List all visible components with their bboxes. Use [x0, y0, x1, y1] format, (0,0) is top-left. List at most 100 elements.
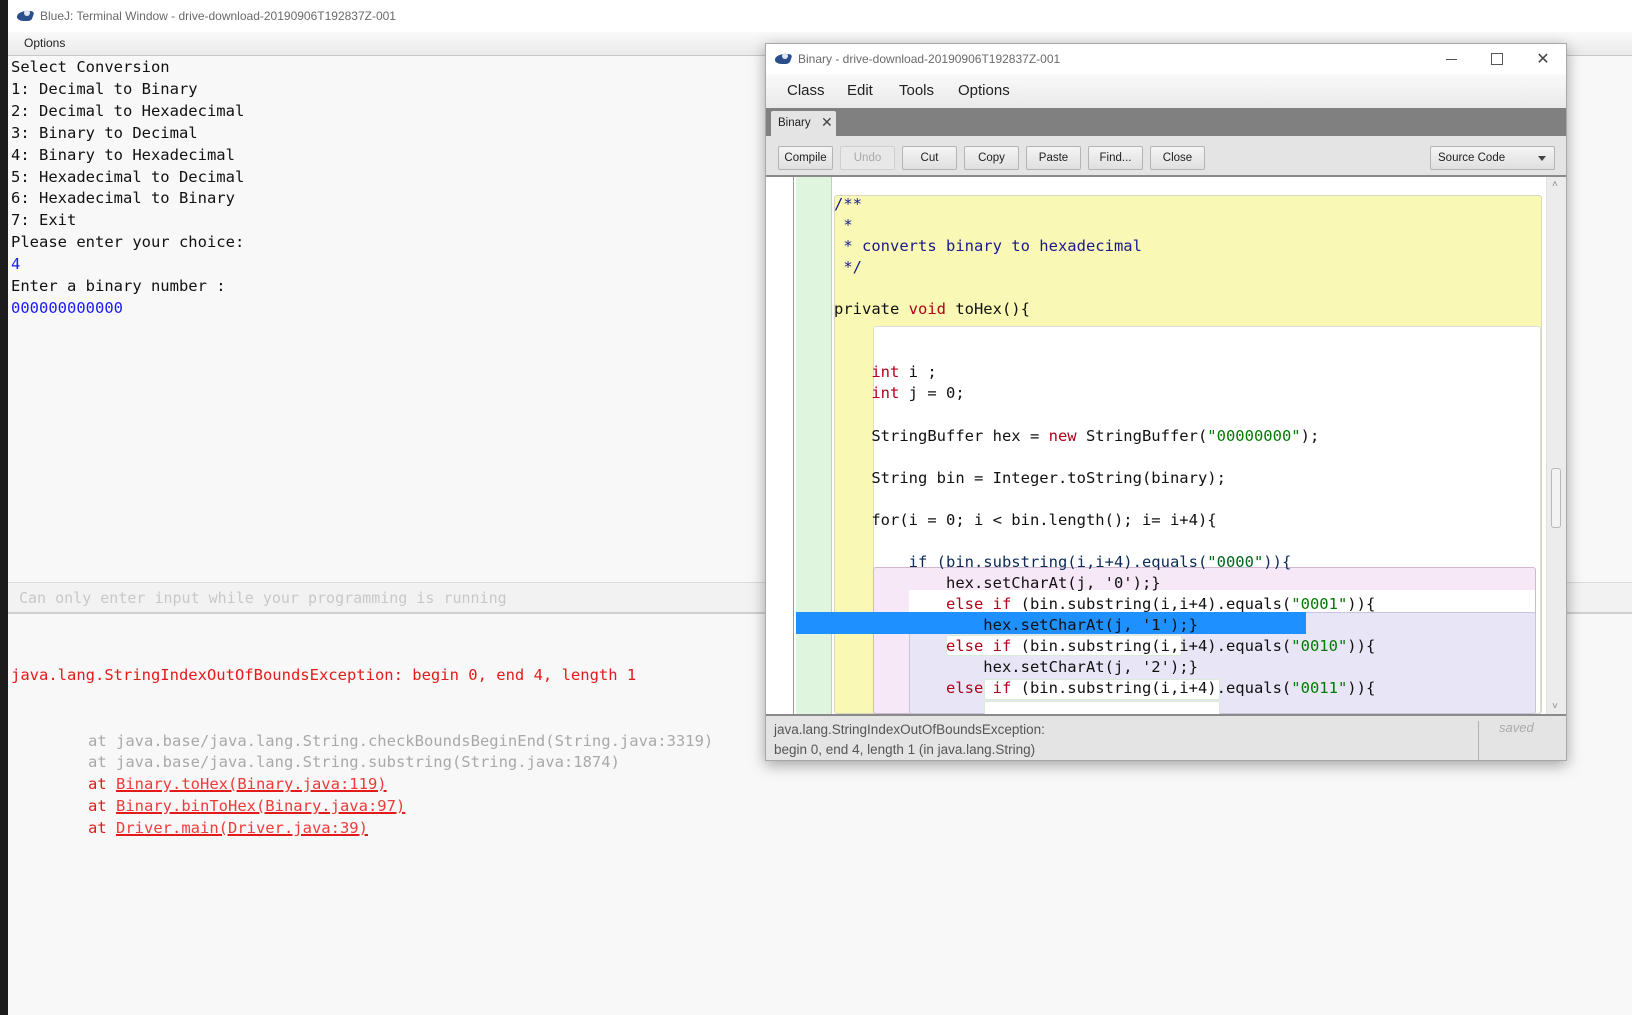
- code-token: /**: [834, 195, 862, 213]
- code-line: int j = 0;: [834, 384, 964, 403]
- tab-binary[interactable]: Binary ✕: [771, 111, 836, 136]
- menu-options[interactable]: Options: [24, 36, 65, 50]
- code-line: /**: [834, 195, 862, 213]
- status-message-line-2: begin 0, end 4, length 1 (in java.lang.S…: [774, 742, 1036, 757]
- code-token: "0000": [1207, 552, 1264, 571]
- stack-trace-link[interactable]: Binary.binToHex(Binary.java:97): [116, 797, 405, 815]
- terminal-titlebar: BlueJ: Terminal Window - drive-download-…: [8, 0, 1632, 32]
- maximize-button[interactable]: [1474, 44, 1520, 74]
- code-token: )){: [1347, 637, 1376, 656]
- code-line: */: [834, 258, 862, 276]
- find-button[interactable]: Find...: [1088, 146, 1143, 170]
- code-token: new: [1048, 426, 1077, 445]
- menu-edit[interactable]: Edit: [847, 82, 873, 99]
- stack-trace-prefix: at: [88, 731, 116, 750]
- code-token: if (bin.substring(i,i+4).equals(: [834, 552, 1208, 571]
- bluej-bird-icon: [16, 9, 34, 23]
- editor-menubar: Class Edit Tools Options: [766, 74, 1566, 108]
- code-line: else if (bin.substring(i,i+4).equals("00…: [834, 679, 1375, 697]
- code-line: hex.setCharAt(j, '2');}: [834, 658, 1198, 676]
- code-token: "0010": [1291, 637, 1348, 656]
- code-token: * converts binary to hexadecimal: [834, 237, 1142, 256]
- line-number-gutter-border: [793, 177, 794, 714]
- undo-button[interactable]: Undo: [840, 146, 895, 170]
- code-token: hex.setCharAt(j, '1');}: [834, 616, 1198, 634]
- scrollbar-thumb[interactable]: [1551, 468, 1561, 528]
- code-line: int i ;: [834, 363, 937, 382]
- code-token: )){: [1263, 552, 1292, 571]
- code-token: )){: [1347, 594, 1376, 613]
- code-token: int: [834, 384, 900, 403]
- code-line: *: [834, 216, 852, 234]
- code-line: private void toHex(){: [834, 300, 1030, 318]
- code-token: i ;: [899, 363, 937, 382]
- bluej-bird-icon: [774, 52, 792, 66]
- elseif-body-scope: [984, 701, 1220, 714]
- terminal-title: BlueJ: Terminal Window - drive-download-…: [40, 9, 396, 23]
- code-token: hex.setCharAt(j, '0');}: [834, 573, 1161, 592]
- editor-toolbar: Compile Undo Cut Copy Paste Find... Clos…: [766, 136, 1566, 177]
- code-token: else if: [945, 594, 1012, 613]
- compile-button[interactable]: Compile: [778, 146, 833, 170]
- paste-button[interactable]: Paste: [1026, 146, 1081, 170]
- code-token: toHex(){: [945, 300, 1030, 319]
- code-token: "0011": [1291, 679, 1348, 698]
- tab-label: Binary: [778, 117, 811, 129]
- status-divider: [1478, 721, 1479, 761]
- code-editor[interactable]: /** * * converts binary to hexadecimal *…: [766, 177, 1546, 714]
- editor-tabbar: Binary ✕: [766, 108, 1566, 136]
- editor-title: Binary - drive-download-20190906T192837Z…: [798, 52, 1061, 66]
- scroll-up-icon[interactable]: ˄: [1552, 179, 1558, 190]
- editor-status-bar: java.lang.StringIndexOutOfBoundsExceptio…: [766, 714, 1566, 761]
- window-close-button[interactable]: ✕: [1520, 44, 1566, 74]
- stack-trace-location: java.base/java.lang.String.checkBoundsBe…: [116, 731, 714, 750]
- menu-options[interactable]: Options: [958, 82, 1010, 99]
- code-token: "0001": [1291, 594, 1348, 613]
- editor-titlebar: Binary - drive-download-20190906T192837Z…: [766, 44, 1566, 74]
- status-message-line-1: java.lang.StringIndexOutOfBoundsExceptio…: [774, 722, 1045, 737]
- code-token: )){: [1347, 679, 1376, 698]
- code-token: hex.setCharAt(j, '2');}: [834, 658, 1198, 677]
- code-token: else if: [945, 637, 1012, 656]
- copy-button[interactable]: Copy: [964, 146, 1019, 170]
- code-token: int: [834, 363, 900, 382]
- code-line: String bin = Integer.toString(binary);: [834, 469, 1226, 487]
- vertical-scrollbar[interactable]: ˄ ˅: [1546, 177, 1566, 714]
- terminal-input-placeholder: Can only enter input while your programm…: [19, 589, 507, 607]
- menu-class[interactable]: Class: [787, 82, 825, 99]
- code-token: "00000000": [1207, 426, 1301, 445]
- code-line: else if (bin.substring(i,i+4).equals("00…: [834, 595, 1375, 613]
- code-token: (bin.substring(i,i+4).equals(: [1011, 679, 1292, 698]
- stack-trace-prefix: at: [88, 819, 116, 838]
- stack-trace-prefix: at: [88, 753, 116, 772]
- code-token: void: [908, 300, 946, 319]
- minimize-button[interactable]: [1428, 44, 1474, 74]
- stack-trace-prefix: at: [88, 775, 116, 794]
- stack-trace-location: java.base/java.lang.String.substring(Str…: [116, 753, 620, 772]
- code-line: * converts binary to hexadecimal: [834, 237, 1142, 255]
- stack-trace-link[interactable]: Binary.toHex(Binary.java:119): [116, 775, 387, 793]
- close-button[interactable]: Close: [1150, 146, 1205, 170]
- code-line-selected: if (bin.substring(i,i+4).equals("0000"))…: [834, 552, 1292, 571]
- tab-close-icon[interactable]: ✕: [821, 114, 833, 131]
- stack-trace-line: at Driver.main(Driver.java:39): [11, 818, 1611, 840]
- code-token: else if: [945, 679, 1012, 698]
- code-line: hex.setCharAt(j, '0');}: [834, 574, 1161, 592]
- view-mode-select[interactable]: Source Code: [1430, 146, 1555, 170]
- code-token: StringBuffer hex =: [834, 426, 1049, 445]
- stack-trace-line: at Binary.toHex(Binary.java:119): [11, 774, 1611, 796]
- code-line: hex.setCharAt(j, '1');}: [834, 616, 1198, 634]
- code-token: );: [1300, 426, 1320, 445]
- scroll-down-icon[interactable]: ˅: [1552, 701, 1558, 712]
- editor-window: Binary - drive-download-20190906T192837Z…: [765, 43, 1567, 761]
- stack-trace-prefix: at: [88, 797, 116, 816]
- chevron-down-icon: [1538, 156, 1546, 161]
- menu-tools[interactable]: Tools: [899, 82, 934, 99]
- status-message: java.lang.StringIndexOutOfBoundsExceptio…: [774, 720, 1045, 760]
- code-token: */: [834, 258, 862, 277]
- code-token: (bin.substring(i,i+4).equals(: [1011, 594, 1292, 613]
- cut-button[interactable]: Cut: [902, 146, 957, 170]
- stack-trace-link[interactable]: Driver.main(Driver.java:39): [116, 819, 368, 837]
- code-token: for(i = 0; i < bin.length(); i= i+4){: [834, 510, 1217, 529]
